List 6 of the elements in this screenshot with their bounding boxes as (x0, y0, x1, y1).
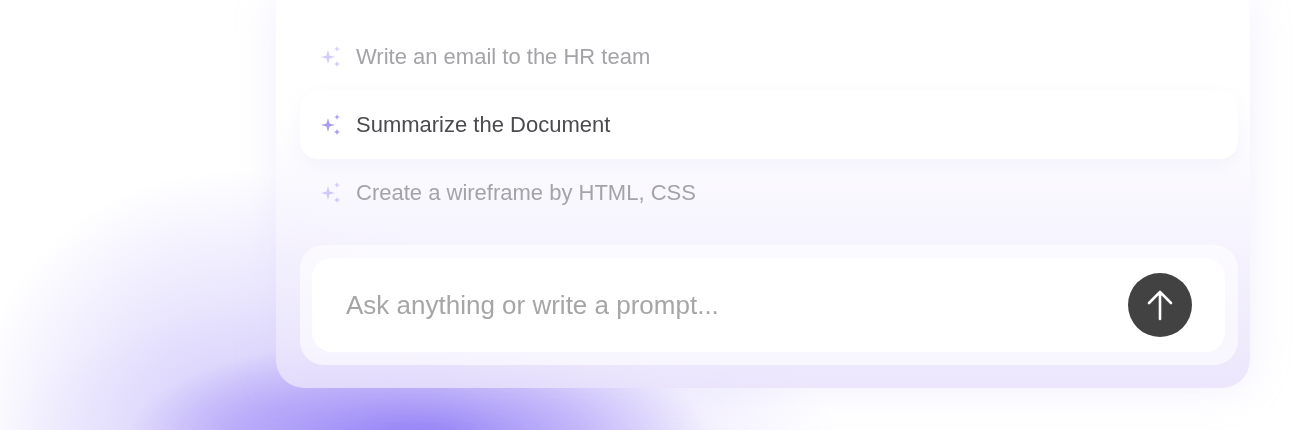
suggestion-item[interactable]: Summarize the Document (300, 91, 1238, 159)
prompt-field[interactable]: Ask anything or write a prompt... (344, 288, 1128, 322)
prompt-box[interactable]: Ask anything or write a prompt... (312, 258, 1225, 352)
suggestion-item[interactable]: Write an email to the HR team (300, 23, 1238, 91)
suggestion-item[interactable]: Create a wireframe by HTML, CSS (300, 159, 1238, 227)
arrow-up-icon (1146, 289, 1174, 321)
